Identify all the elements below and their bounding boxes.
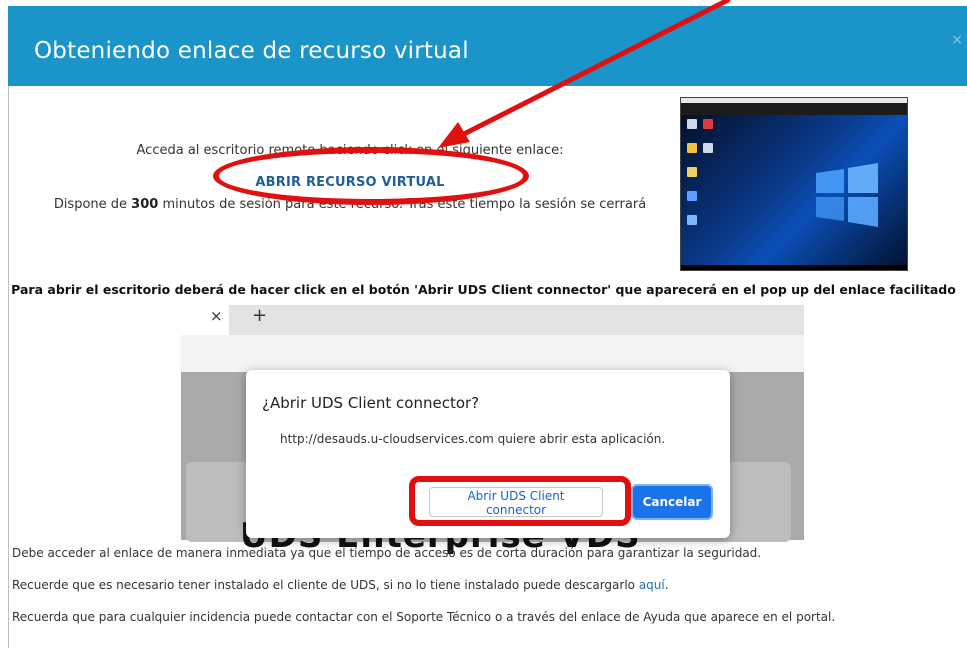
download-client-link[interactable]: aquí (639, 578, 665, 592)
footer-note-support: Recuerda que para cualquier incidencia p… (12, 610, 836, 624)
annotation-button-highlight (409, 476, 631, 526)
cancel-button[interactable]: Cancelar (633, 486, 711, 518)
footer-client-prefix: Recuerde que es necesario tener instalad… (12, 578, 639, 592)
tab-close-icon[interactable]: × (210, 307, 223, 325)
footer-note-access: Debe acceder al enlace de manera inmedia… (12, 546, 762, 560)
browser-address-bar (181, 335, 804, 372)
browser-tab-bar (181, 305, 804, 335)
instruction-text: Para abrir el escritorio deberá de hacer… (11, 282, 956, 297)
annotation-oval (213, 147, 529, 205)
dialog-message: http://desauds.u-cloudservices.com quier… (280, 432, 666, 446)
footer-client-suffix: . (664, 578, 669, 592)
dialog-title: ¿Abrir UDS Client connector? (262, 394, 480, 412)
new-tab-icon[interactable]: + (252, 305, 267, 326)
footer-note-client: Recuerde que es necesario tener instalad… (12, 578, 669, 592)
